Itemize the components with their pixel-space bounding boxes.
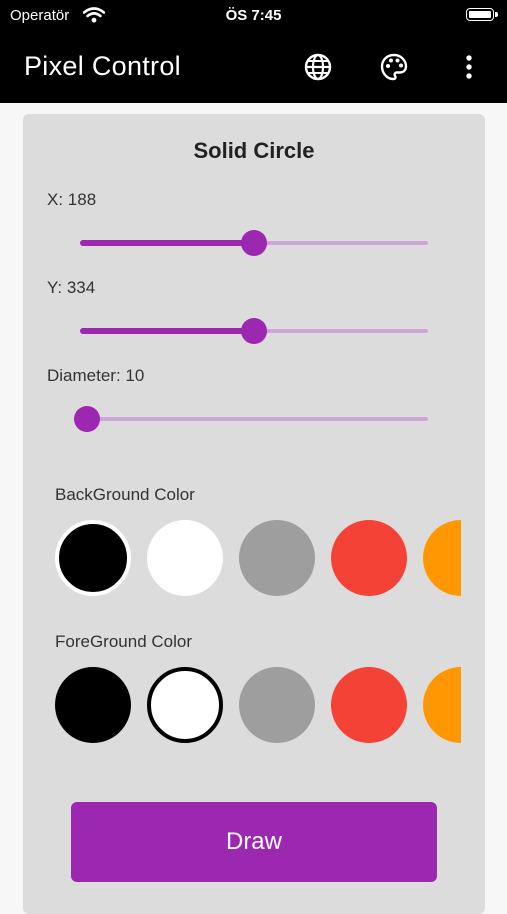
background-swatch-gray[interactable] [239,520,315,596]
background-swatch-white[interactable] [147,520,223,596]
globe-icon[interactable] [303,52,333,82]
y-slider-thumb[interactable] [241,318,267,344]
solid-circle-card: Solid Circle X: 188 Y: 334 Diameter: 10 … [23,114,485,914]
background-swatch-black[interactable] [55,520,131,596]
palette-icon[interactable] [379,52,409,82]
background-swatch-red[interactable] [331,520,407,596]
foreground-swatch-white[interactable] [147,667,223,743]
foreground-color-label: ForeGround Color [55,632,193,651]
more-vert-icon[interactable] [454,52,484,82]
diameter-slider[interactable] [73,405,428,435]
app-bar: Pixel Control [0,30,507,103]
card-title: Solid Circle [193,138,315,163]
background-color-label: BackGround Color [55,485,195,504]
background-swatch-orange[interactable] [423,520,461,596]
x-slider-label: X: 188 [47,190,97,209]
diameter-slider-thumb[interactable] [73,406,100,432]
status-time: ÖS 7:45 [225,7,282,24]
diameter-slider-label: Diameter: 10 [47,366,145,385]
foreground-swatch-red[interactable] [331,667,407,743]
draw-button[interactable]: Draw [71,802,437,882]
x-slider[interactable] [80,229,428,259]
status-bar: Operatör ÖS 7:45 [0,0,507,30]
background-color-swatches [55,519,461,597]
foreground-swatch-gray[interactable] [239,667,315,743]
y-slider[interactable] [80,317,428,347]
foreground-swatch-orange[interactable] [423,667,461,743]
foreground-color-swatches [55,666,461,744]
y-slider-label: Y: 334 [47,278,96,297]
foreground-swatch-black[interactable] [55,667,131,743]
battery-icon [466,8,498,21]
app-title: Pixel Control [24,51,181,81]
x-slider-thumb[interactable] [241,230,267,256]
